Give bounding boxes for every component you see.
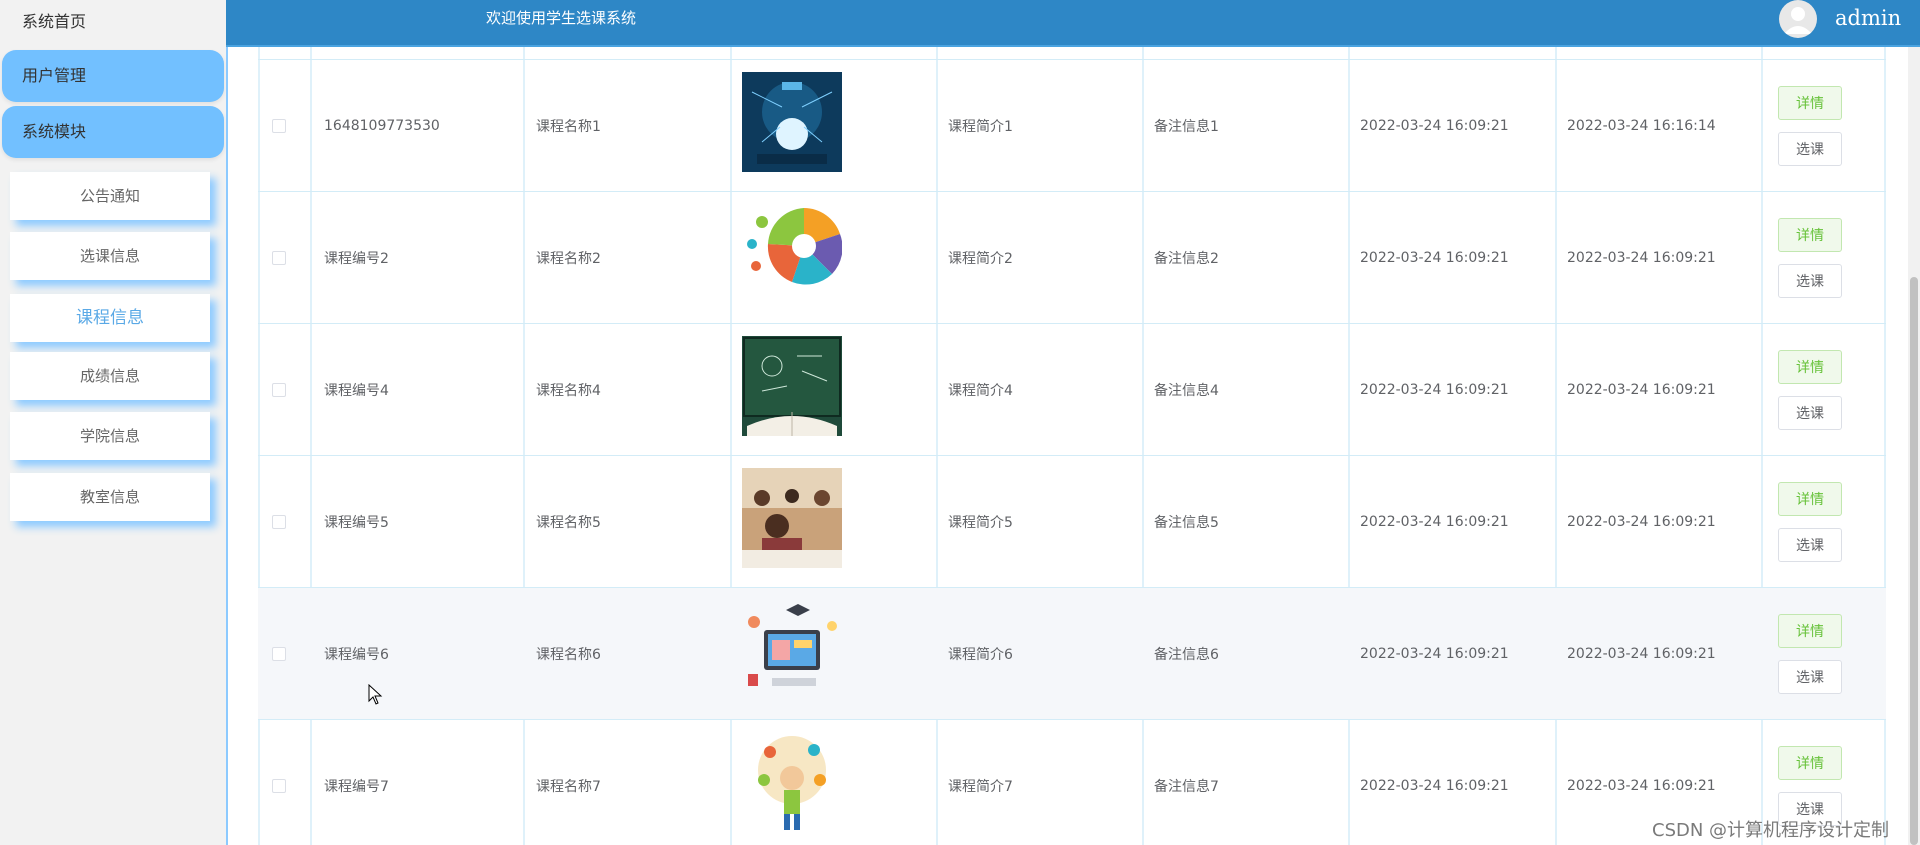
created-time: 2022-03-24 16:09:21 xyxy=(1360,778,1509,794)
chalkboard-book-image xyxy=(742,336,842,436)
course-name: 课程名称6 xyxy=(536,647,601,663)
created-time: 2022-03-24 16:09:21 xyxy=(1360,250,1509,266)
username-label[interactable]: admin xyxy=(1835,0,1901,36)
course-remark: 备注信息4 xyxy=(1154,383,1219,399)
sidebar: 系统首页 用户管理 系统模块 公告通知 选课信息 课程信息 成绩信息 学院信息 … xyxy=(0,0,226,845)
scrollbar-thumb[interactable] xyxy=(1910,277,1918,845)
vertical-scrollbar[interactable] xyxy=(1908,47,1920,845)
updated-time: 2022-03-24 16:09:21 xyxy=(1567,382,1716,398)
sidebar-item-grades[interactable]: 成绩信息 xyxy=(10,352,210,400)
table-row[interactable]: 课程编号7 课程名称7 课程简介7 备注信息7 2022-03-24 16:09… xyxy=(258,719,1886,845)
select-course-button[interactable]: 选课 xyxy=(1778,264,1842,298)
created-time: 2022-03-24 16:09:21 xyxy=(1360,514,1509,530)
created-time: 2022-03-24 16:09:21 xyxy=(1360,118,1509,134)
table-row[interactable]: 课程编号5 课程名称5 课程简介5 备注信息5 2022-03-24 16:09… xyxy=(258,455,1886,587)
course-intro: 课程简介7 xyxy=(948,779,1013,795)
course-remark: 备注信息6 xyxy=(1154,647,1219,663)
course-code: 课程编号4 xyxy=(324,383,389,399)
app-root: 系统首页 用户管理 系统模块 公告通知 选课信息 课程信息 成绩信息 学院信息 … xyxy=(0,0,1920,845)
course-code: 课程编号7 xyxy=(324,779,389,795)
table-row[interactable]: 1648109773530 课程名称1 课程简介1 备注信息1 2022-03-… xyxy=(258,59,1886,191)
course-name: 课程名称4 xyxy=(536,383,601,399)
sidebar-item-classrooms[interactable]: 教室信息 xyxy=(10,473,210,521)
updated-time: 2022-03-24 16:09:21 xyxy=(1567,514,1716,530)
course-intro: 课程简介6 xyxy=(948,647,1013,663)
row-checkbox[interactable] xyxy=(272,515,286,529)
course-remark: 备注信息7 xyxy=(1154,779,1219,795)
sidebar-item-course-selection[interactable]: 选课信息 xyxy=(10,232,210,280)
mouse-cursor-icon xyxy=(368,683,384,706)
sidebar-item-colleges[interactable]: 学院信息 xyxy=(10,412,210,460)
course-intro: 课程简介5 xyxy=(948,515,1013,531)
watermark-text: CSDN @计算机程序设计定制 xyxy=(1652,820,1890,841)
sidebar-group-system-module[interactable]: 系统模块 xyxy=(2,106,224,158)
welcome-text: 欢迎使用学生选课系统 xyxy=(486,9,637,27)
updated-time: 2022-03-24 16:09:21 xyxy=(1567,250,1716,266)
course-code: 1648109773530 xyxy=(324,118,440,134)
course-name: 课程名称2 xyxy=(536,251,601,267)
detail-button[interactable]: 详情 xyxy=(1778,614,1842,648)
sidebar-item-announcements[interactable]: 公告通知 xyxy=(10,172,210,220)
course-code: 课程编号5 xyxy=(324,515,389,531)
created-time: 2022-03-24 16:09:21 xyxy=(1360,646,1509,662)
course-name: 课程名称5 xyxy=(536,515,601,531)
pie-diagram-image xyxy=(742,204,842,304)
user-avatar-icon[interactable] xyxy=(1779,0,1817,38)
classroom-students-image xyxy=(742,468,842,568)
row-checkbox[interactable] xyxy=(272,647,286,661)
updated-time: 2022-03-24 16:09:21 xyxy=(1567,646,1716,662)
select-course-button[interactable]: 选课 xyxy=(1778,132,1842,166)
created-time: 2022-03-24 16:09:21 xyxy=(1360,382,1509,398)
table-row[interactable]: 课程编号2 课程名称2 课程简介2 备注信息2 2022-03-24 16:09… xyxy=(258,191,1886,323)
lightbulb-tech-image xyxy=(742,72,842,172)
select-course-button[interactable]: 选课 xyxy=(1778,528,1842,562)
course-name: 课程名称1 xyxy=(536,119,601,135)
thinking-boy-image xyxy=(742,732,842,832)
sidebar-group-user-management[interactable]: 用户管理 xyxy=(2,50,224,102)
detail-button[interactable]: 详情 xyxy=(1778,746,1842,780)
select-course-button[interactable]: 选课 xyxy=(1778,396,1842,430)
online-learning-image xyxy=(742,600,842,700)
detail-button[interactable]: 详情 xyxy=(1778,482,1842,516)
course-remark: 备注信息5 xyxy=(1154,515,1219,531)
row-checkbox[interactable] xyxy=(272,779,286,793)
course-code: 课程编号2 xyxy=(324,251,389,267)
course-intro: 课程简介4 xyxy=(948,383,1013,399)
course-name: 课程名称7 xyxy=(536,779,601,795)
main-content: 1648109773530 课程名称1 课程简介1 备注信息1 2022-03-… xyxy=(226,47,1920,845)
course-intro: 课程简介1 xyxy=(948,119,1013,135)
table-row[interactable]: 课程编号6 课程名称6 课程简介6 备注信息6 2022-03-24 16:09… xyxy=(258,587,1886,719)
course-table: 1648109773530 课程名称1 课程简介1 备注信息1 2022-03-… xyxy=(258,47,1886,845)
detail-button[interactable]: 详情 xyxy=(1778,86,1842,120)
sidebar-home-link[interactable]: 系统首页 xyxy=(0,0,226,46)
course-intro: 课程简介2 xyxy=(948,251,1013,267)
course-remark: 备注信息1 xyxy=(1154,119,1219,135)
detail-button[interactable]: 详情 xyxy=(1778,350,1842,384)
detail-button[interactable]: 详情 xyxy=(1778,218,1842,252)
row-checkbox[interactable] xyxy=(272,119,286,133)
sidebar-item-course-info[interactable]: 课程信息 xyxy=(10,294,210,342)
table-row[interactable]: 课程编号4 课程名称4 课程简介4 备注信息4 2022-03-24 16:09… xyxy=(258,323,1886,455)
course-remark: 备注信息2 xyxy=(1154,251,1219,267)
row-checkbox[interactable] xyxy=(272,383,286,397)
top-header: 欢迎使用学生选课系统 admin xyxy=(226,0,1920,47)
updated-time: 2022-03-24 16:16:14 xyxy=(1567,118,1716,134)
select-course-button[interactable]: 选课 xyxy=(1778,660,1842,694)
row-checkbox[interactable] xyxy=(272,251,286,265)
